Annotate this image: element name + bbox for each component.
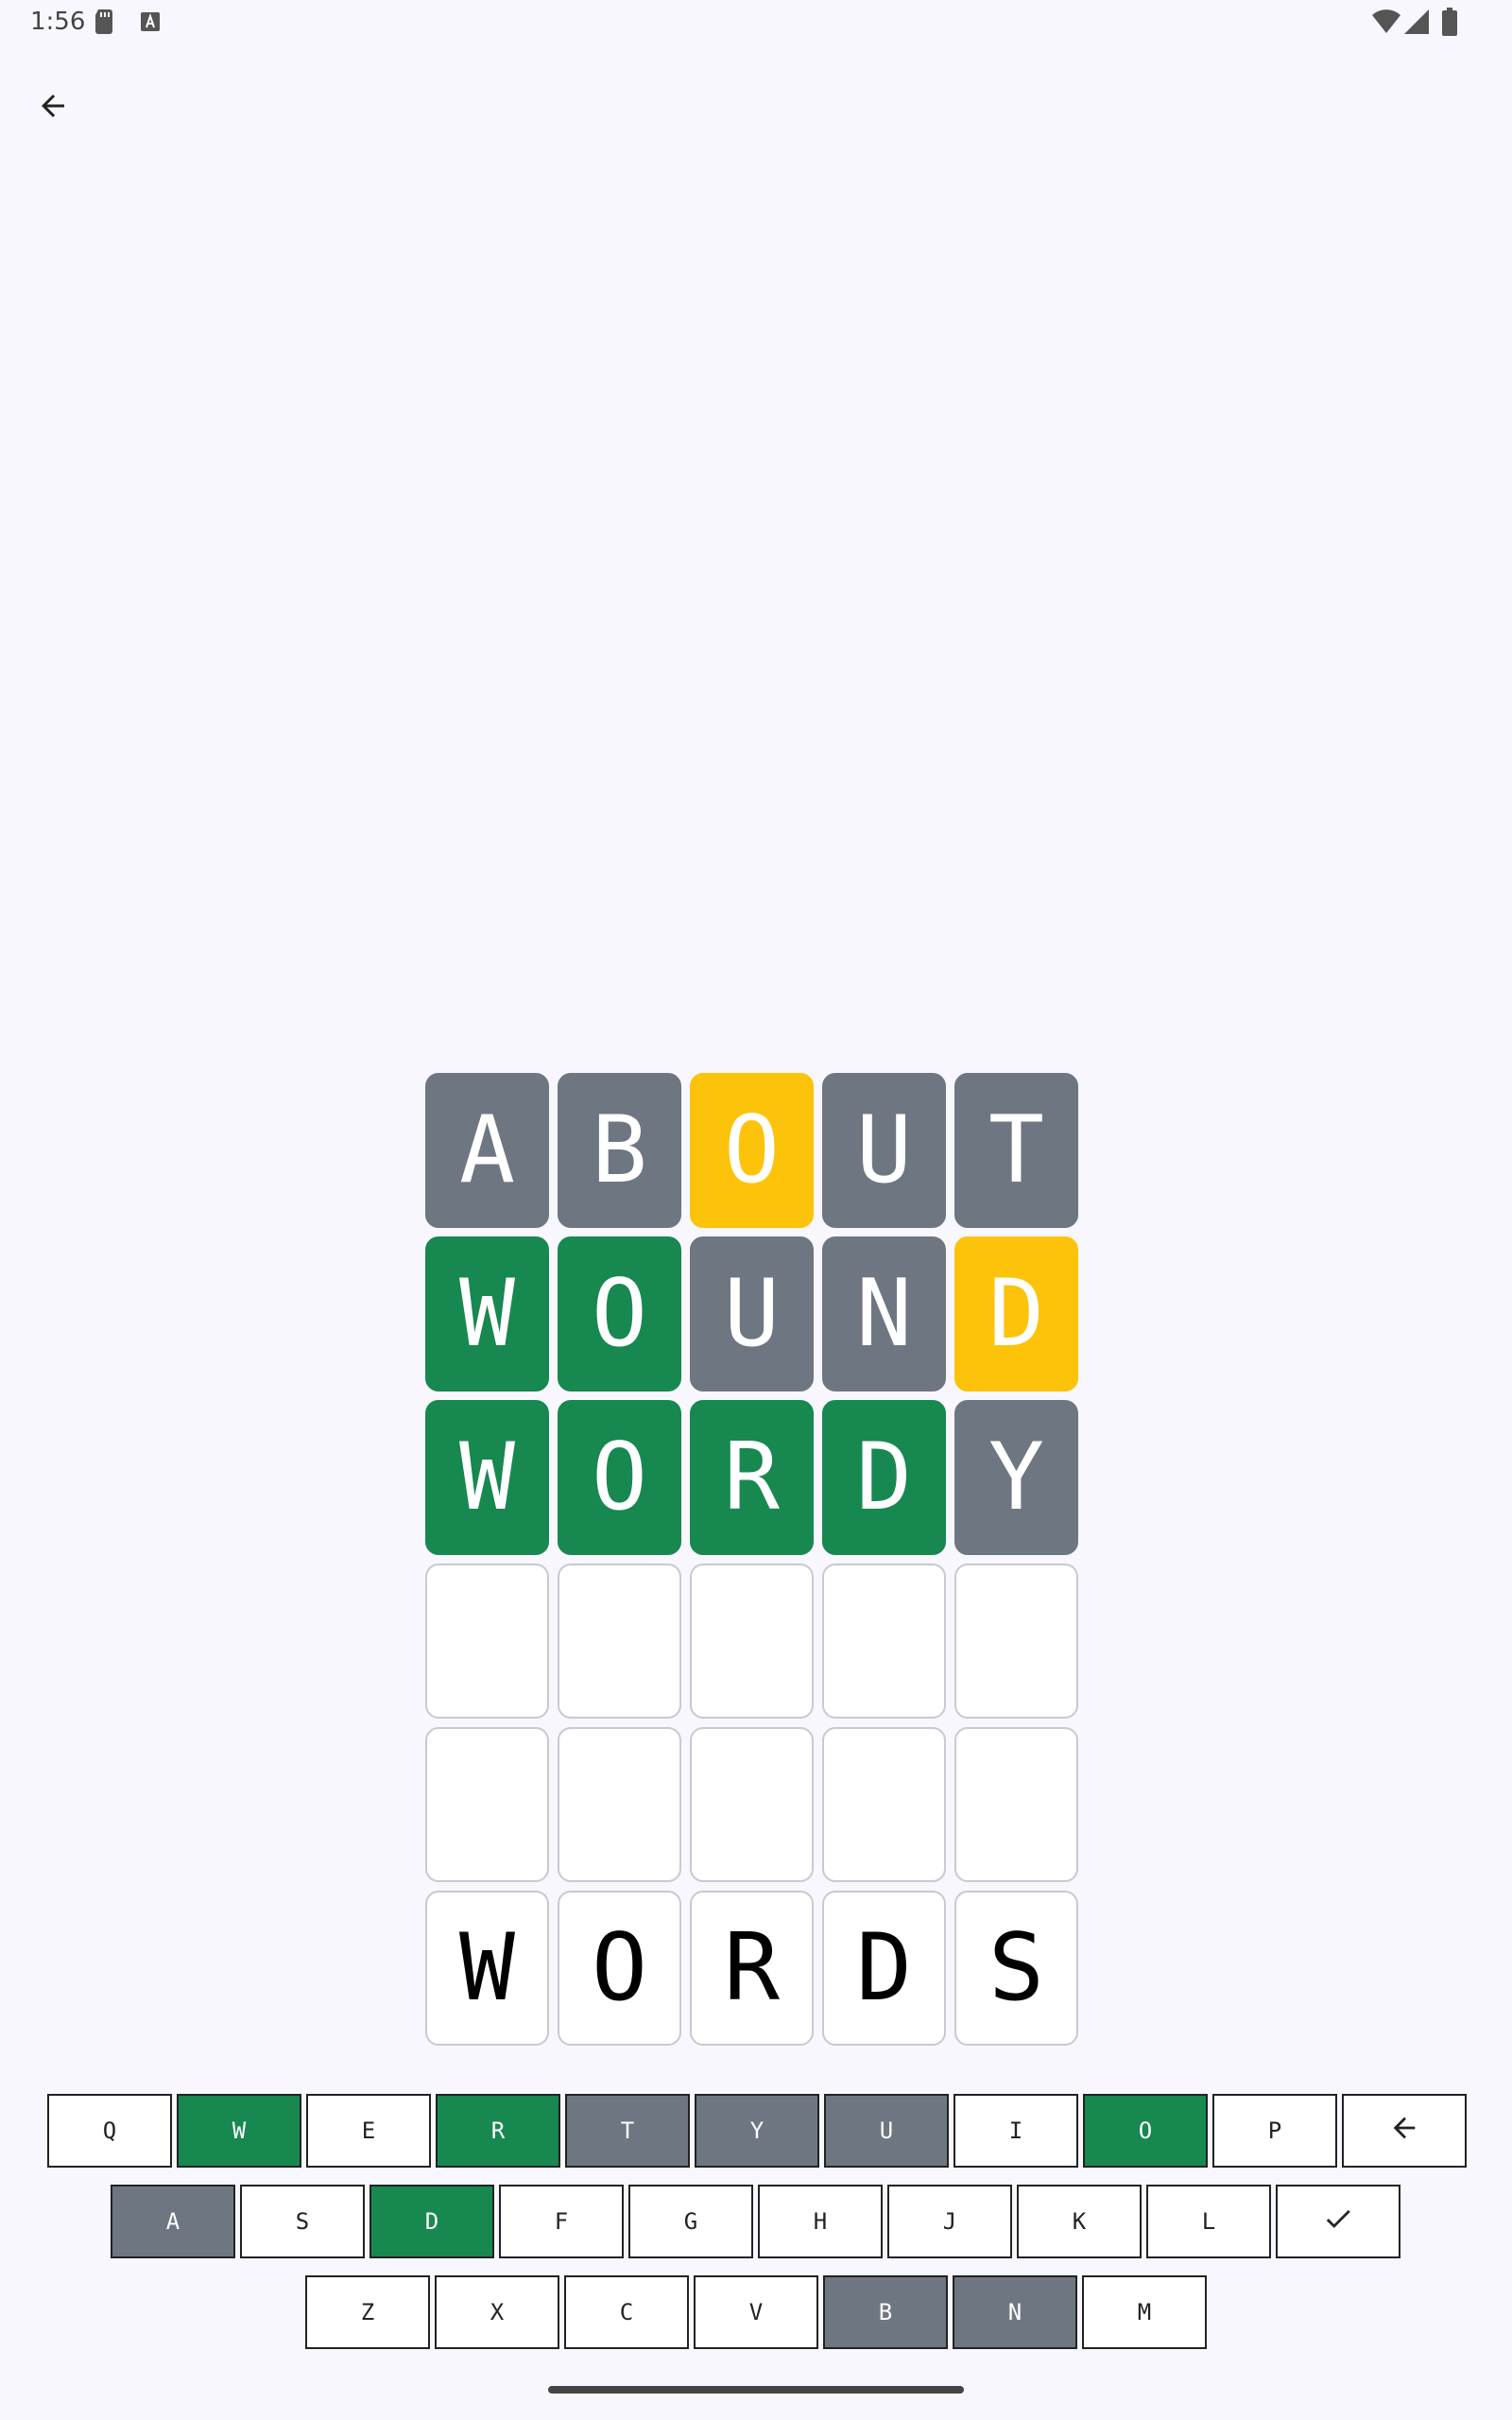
backspace-key[interactable] xyxy=(1342,2094,1467,2168)
status-bar: 1:56 xyxy=(0,0,1512,45)
key-r[interactable]: R xyxy=(436,2094,560,2168)
key-l[interactable]: L xyxy=(1146,2185,1271,2258)
key-k[interactable]: K xyxy=(1017,2185,1142,2258)
board-row xyxy=(425,1564,1087,1719)
letter-tile xyxy=(822,1727,946,1882)
letter-tile: W xyxy=(425,1891,549,2046)
letter-tile xyxy=(425,1564,549,1719)
arrow-back-icon xyxy=(42,95,64,117)
letter-tile: N xyxy=(822,1236,946,1392)
letter-tile xyxy=(954,1727,1078,1882)
game-board: ABOUTWOUNDWORDYWORDS xyxy=(425,1073,1087,2054)
sd-card-icon xyxy=(95,9,112,34)
board-row: WORDY xyxy=(425,1400,1087,1555)
keyboard-row: QWERTYUIOP xyxy=(47,2094,1467,2168)
board-row: ABOUT xyxy=(425,1073,1087,1228)
key-z[interactable]: Z xyxy=(305,2275,430,2349)
key-s[interactable]: S xyxy=(240,2185,365,2258)
board-row: WORDS xyxy=(425,1891,1087,2046)
letter-tile: B xyxy=(558,1073,681,1228)
key-v[interactable]: V xyxy=(694,2275,818,2349)
key-j[interactable]: J xyxy=(887,2185,1012,2258)
keyboard-row: ZXCVBNM xyxy=(305,2275,1207,2349)
letter-tile: R xyxy=(690,1400,814,1555)
battery-icon xyxy=(1442,8,1457,36)
key-q[interactable]: Q xyxy=(47,2094,172,2168)
board-row: WOUND xyxy=(425,1236,1087,1392)
key-m[interactable]: M xyxy=(1082,2275,1207,2349)
letter-tile xyxy=(954,1564,1078,1719)
a-notification-icon xyxy=(141,12,160,31)
check-icon xyxy=(1322,2203,1354,2240)
letter-tile xyxy=(690,1564,814,1719)
home-indicator[interactable] xyxy=(548,2386,964,2394)
letter-tile: D xyxy=(822,1400,946,1555)
key-a[interactable]: A xyxy=(111,2185,235,2258)
enter-key[interactable] xyxy=(1276,2185,1400,2258)
key-i[interactable]: I xyxy=(954,2094,1078,2168)
letter-tile: D xyxy=(822,1891,946,2046)
letter-tile: O xyxy=(558,1400,681,1555)
letter-tile xyxy=(558,1564,681,1719)
letter-tile: T xyxy=(954,1073,1078,1228)
letter-tile xyxy=(558,1727,681,1882)
letter-tile: O xyxy=(558,1891,681,2046)
letter-tile: U xyxy=(690,1236,814,1392)
letter-tile: Y xyxy=(954,1400,1078,1555)
letter-tile: S xyxy=(954,1891,1078,2046)
letter-tile: D xyxy=(954,1236,1078,1392)
key-t[interactable]: T xyxy=(565,2094,690,2168)
key-d[interactable]: D xyxy=(369,2185,494,2258)
letter-tile xyxy=(425,1727,549,1882)
letter-tile: U xyxy=(822,1073,946,1228)
key-o[interactable]: O xyxy=(1083,2094,1208,2168)
key-y[interactable]: Y xyxy=(695,2094,819,2168)
key-p[interactable]: P xyxy=(1212,2094,1337,2168)
letter-tile: W xyxy=(425,1400,549,1555)
key-n[interactable]: N xyxy=(953,2275,1077,2349)
back-button[interactable] xyxy=(23,76,83,136)
key-w[interactable]: W xyxy=(177,2094,301,2168)
keyboard-row: ASDFGHJKL xyxy=(111,2185,1400,2258)
key-h[interactable]: H xyxy=(758,2185,883,2258)
letter-tile: O xyxy=(558,1236,681,1392)
key-e[interactable]: E xyxy=(306,2094,431,2168)
wifi-icon xyxy=(1372,9,1400,33)
key-b[interactable]: B xyxy=(823,2275,948,2349)
key-u[interactable]: U xyxy=(824,2094,949,2168)
letter-tile: O xyxy=(690,1073,814,1228)
status-time: 1:56 xyxy=(30,8,86,36)
letter-tile xyxy=(822,1564,946,1719)
letter-tile: W xyxy=(425,1236,549,1392)
key-g[interactable]: G xyxy=(628,2185,753,2258)
letter-tile: A xyxy=(425,1073,549,1228)
board-row xyxy=(425,1727,1087,1882)
key-f[interactable]: F xyxy=(499,2185,624,2258)
backspace-arrow-icon xyxy=(1388,2112,1420,2150)
key-c[interactable]: C xyxy=(564,2275,689,2349)
signal-icon xyxy=(1404,9,1429,34)
letter-tile xyxy=(690,1727,814,1882)
key-x[interactable]: X xyxy=(435,2275,559,2349)
letter-tile: R xyxy=(690,1891,814,2046)
